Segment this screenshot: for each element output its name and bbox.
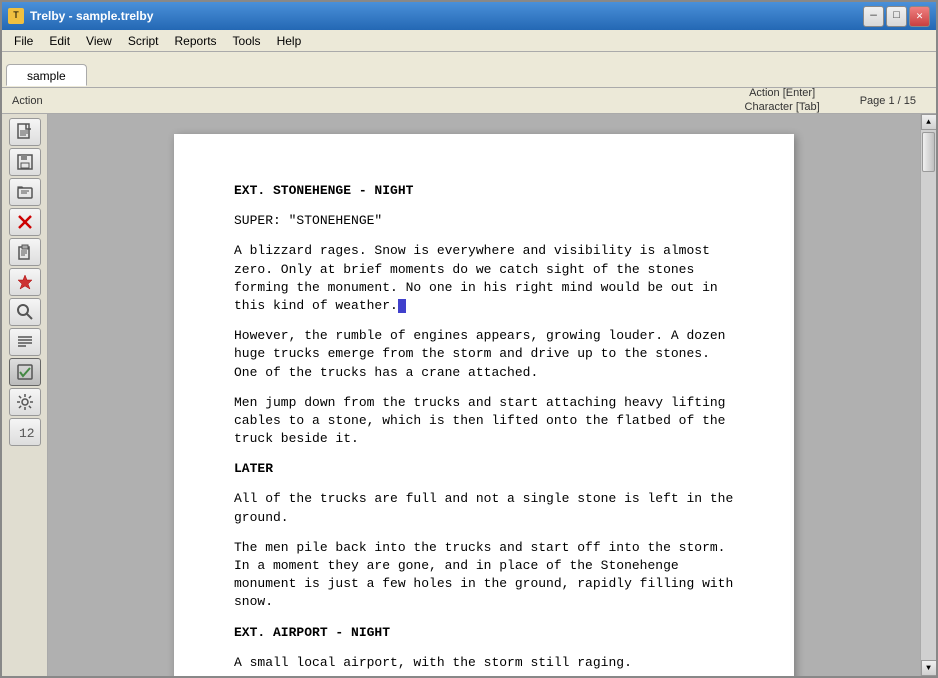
title-bar: T Trelby - sample.trelby — □ ✕: [2, 2, 936, 30]
title-bar-left: T Trelby - sample.trelby: [8, 8, 153, 24]
sidebar-open-btn[interactable]: [9, 178, 41, 206]
sidebar-check-btn[interactable]: [9, 358, 41, 386]
page-indicator: Page 1 / 15: [840, 95, 936, 107]
sidebar-settings-btn[interactable]: [9, 388, 41, 416]
document-area: EXT. STONEHENGE - NIGHT SUPER: "STONEHENG…: [48, 114, 936, 676]
status-bar: Action Action [Enter] Character [Tab] Pa…: [2, 88, 936, 114]
scroll-thumb[interactable]: [922, 132, 935, 172]
sidebar-number-btn[interactable]: 12: [9, 418, 41, 446]
screenplay-page[interactable]: EXT. STONEHENGE - NIGHT SUPER: "STONEHENG…: [174, 134, 794, 676]
menu-script[interactable]: Script: [120, 32, 167, 50]
tab-bar: sample: [2, 52, 936, 88]
sidebar-save-btn[interactable]: [9, 148, 41, 176]
script-block: A blizzard rages. Snow is everywhere and…: [234, 242, 734, 315]
script-block: EXT. AIRPORT - NIGHT: [234, 624, 734, 642]
script-block: LATER: [234, 460, 734, 478]
script-block: EXT. STONEHENGE - NIGHT: [234, 182, 734, 200]
script-block: However, the rumble of engines appears, …: [234, 327, 734, 382]
menu-file[interactable]: File: [6, 32, 41, 50]
svg-text:12: 12: [19, 426, 34, 441]
tabs-container: sample: [6, 54, 932, 85]
sidebar-paste-btn[interactable]: [9, 238, 41, 266]
scroll-track[interactable]: [921, 130, 936, 660]
menu-help[interactable]: Help: [269, 32, 310, 50]
menu-bar: File Edit View Script Reports Tools Help: [2, 30, 936, 52]
window-controls: — □ ✕: [863, 6, 930, 27]
script-block: Men jump down from the trucks and start …: [234, 394, 734, 449]
menu-tools[interactable]: Tools: [225, 32, 269, 50]
current-element-label: Action: [2, 95, 725, 107]
app-icon: T: [8, 8, 24, 24]
window-title: Trelby - sample.trelby: [30, 9, 153, 23]
sidebar: 12: [2, 114, 48, 676]
close-button[interactable]: ✕: [909, 6, 930, 27]
scroll-down-arrow[interactable]: ▼: [921, 660, 937, 676]
shortcut-hint: Action [Enter] Character [Tab]: [725, 87, 840, 113]
menu-reports[interactable]: Reports: [167, 32, 225, 50]
minimize-button[interactable]: —: [863, 6, 884, 27]
page-container[interactable]: EXT. STONEHENGE - NIGHT SUPER: "STONEHENG…: [48, 114, 920, 676]
sidebar-delete-btn[interactable]: [9, 208, 41, 236]
scrollbar: ▲ ▼: [920, 114, 936, 676]
tab-sample[interactable]: sample: [6, 64, 87, 86]
text-cursor: [398, 299, 406, 313]
menu-view[interactable]: View: [78, 32, 120, 50]
script-block: A small local airport, with the storm st…: [234, 654, 734, 672]
maximize-button[interactable]: □: [886, 6, 907, 27]
sidebar-new-btn[interactable]: [9, 118, 41, 146]
sidebar-find-btn[interactable]: [9, 298, 41, 326]
menu-edit[interactable]: Edit: [41, 32, 78, 50]
scroll-up-arrow[interactable]: ▲: [921, 114, 937, 130]
script-block: SUPER: "STONEHENGE": [234, 212, 734, 230]
app-window: T Trelby - sample.trelby — □ ✕ File Edit…: [0, 0, 938, 678]
content-area: 12 EXT. STONEHENGE - NIGHT SUPER: "STONEH…: [2, 114, 936, 676]
script-block: All of the trucks are full and not a sin…: [234, 490, 734, 526]
sidebar-mark-btn[interactable]: [9, 268, 41, 296]
script-block: The men pile back into the trucks and st…: [234, 539, 734, 612]
sidebar-list-btn[interactable]: [9, 328, 41, 356]
